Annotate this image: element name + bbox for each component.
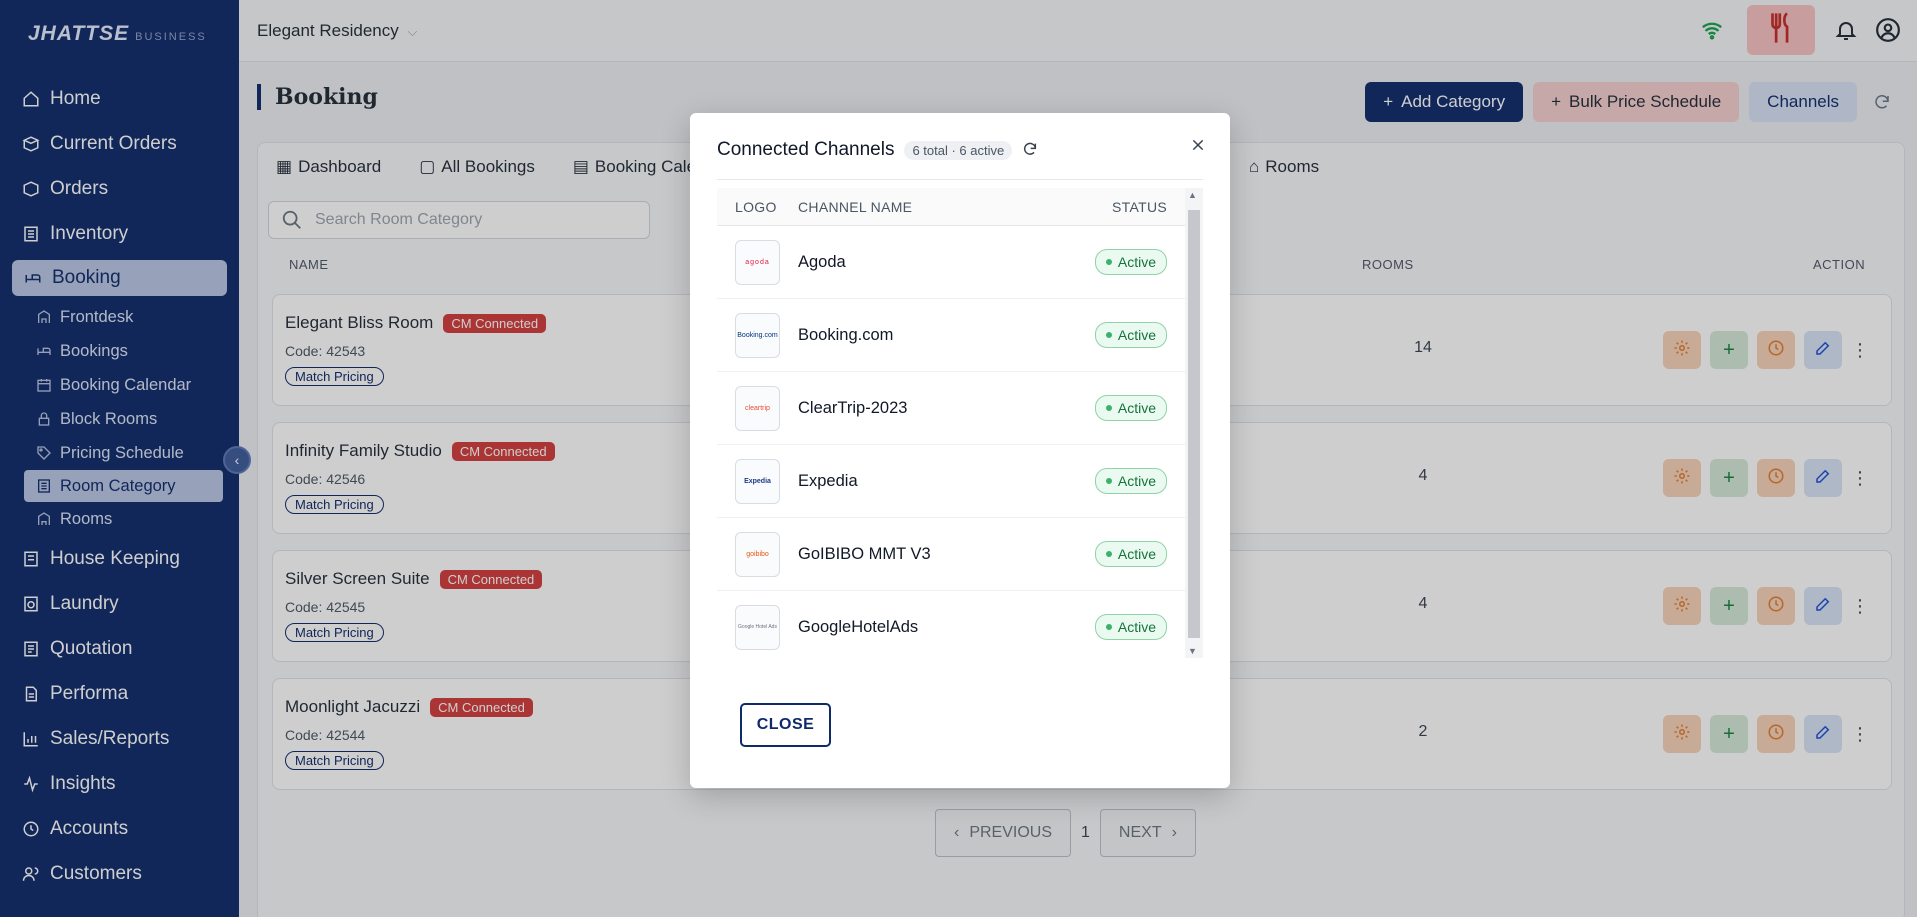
close-button[interactable]: CLOSE bbox=[740, 703, 831, 747]
status-text: Active bbox=[1117, 546, 1156, 562]
scroll-down-arrow-icon[interactable]: ▼ bbox=[1188, 646, 1197, 656]
status-text: Active bbox=[1117, 254, 1156, 270]
channel-row: Google Hotel Ads GoogleHotelAds Active bbox=[717, 591, 1185, 658]
logo-text: cleartrip bbox=[745, 404, 770, 412]
status-dot bbox=[1105, 332, 1112, 338]
column-header-channel-name: CHANNEL NAME bbox=[798, 198, 913, 215]
status-text: Active bbox=[1117, 400, 1156, 416]
modal-title: Connected Channels 6 total · 6 active bbox=[717, 139, 1040, 161]
channels-table-header: LOGO CHANNEL NAME STATUS bbox=[717, 188, 1185, 226]
column-header-logo: LOGO bbox=[735, 198, 777, 215]
status-badge: Active bbox=[1094, 468, 1167, 494]
agoda-logo: agoda bbox=[735, 239, 780, 285]
channel-row: Booking.com Booking.com Active bbox=[717, 299, 1185, 372]
status-dot bbox=[1105, 259, 1112, 265]
column-header-status: STATUS bbox=[1112, 198, 1167, 215]
status-badge: Active bbox=[1094, 249, 1167, 275]
status-badge: Active bbox=[1094, 614, 1167, 640]
channel-name: GoIBIBO MMT V3 bbox=[798, 544, 931, 563]
channels-table: LOGO CHANNEL NAME STATUS agoda Agoda Act… bbox=[717, 188, 1185, 658]
logo-text: agoda bbox=[745, 258, 770, 266]
expedia-logo: Expedia bbox=[735, 458, 780, 504]
logo-text: Booking.com bbox=[737, 331, 778, 339]
refresh-icon[interactable] bbox=[1022, 141, 1040, 159]
channel-row: agoda Agoda Active bbox=[717, 226, 1185, 299]
logo-text: Expedia bbox=[744, 477, 771, 485]
channel-row: Expedia Expedia Active bbox=[717, 445, 1185, 518]
scroll-up-arrow-icon[interactable]: ▲ bbox=[1188, 190, 1197, 200]
channels-scrollbar[interactable]: ▲ ▼ bbox=[1185, 188, 1203, 658]
channel-count-badge: 6 total · 6 active bbox=[904, 140, 1013, 160]
logo-text: Google Hotel Ads bbox=[738, 624, 777, 630]
status-text: Active bbox=[1117, 327, 1156, 343]
google-hotel-ads-logo: Google Hotel Ads bbox=[735, 604, 780, 650]
status-badge: Active bbox=[1094, 322, 1167, 348]
modal-title-text: Connected Channels bbox=[717, 139, 895, 160]
goibibo-logo: goibibo bbox=[735, 531, 780, 577]
connected-channels-modal: Connected Channels 6 total · 6 active LO… bbox=[690, 113, 1230, 788]
status-text: Active bbox=[1117, 473, 1156, 489]
status-dot bbox=[1105, 405, 1112, 411]
channel-row: cleartrip ClearTrip-2023 Active bbox=[717, 372, 1185, 445]
status-badge: Active bbox=[1094, 541, 1167, 567]
status-dot bbox=[1105, 551, 1112, 557]
channel-name: Expedia bbox=[798, 471, 858, 490]
logo-text: goibibo bbox=[746, 550, 769, 558]
channel-row: goibibo GoIBIBO MMT V3 Active bbox=[717, 518, 1185, 591]
channel-name: Agoda bbox=[798, 252, 846, 271]
close-icon[interactable] bbox=[1186, 133, 1210, 157]
status-text: Active bbox=[1117, 619, 1156, 635]
cleartrip-logo: cleartrip bbox=[735, 385, 780, 431]
channel-name: ClearTrip-2023 bbox=[798, 398, 908, 417]
scrollbar-thumb[interactable] bbox=[1188, 210, 1200, 638]
status-dot bbox=[1105, 478, 1112, 484]
channel-name: Booking.com bbox=[798, 325, 894, 344]
booking-com-logo: Booking.com bbox=[735, 312, 780, 358]
status-dot bbox=[1105, 624, 1112, 630]
channel-name: GoogleHotelAds bbox=[798, 617, 919, 636]
modal-divider bbox=[717, 179, 1203, 180]
status-badge: Active bbox=[1094, 395, 1167, 421]
